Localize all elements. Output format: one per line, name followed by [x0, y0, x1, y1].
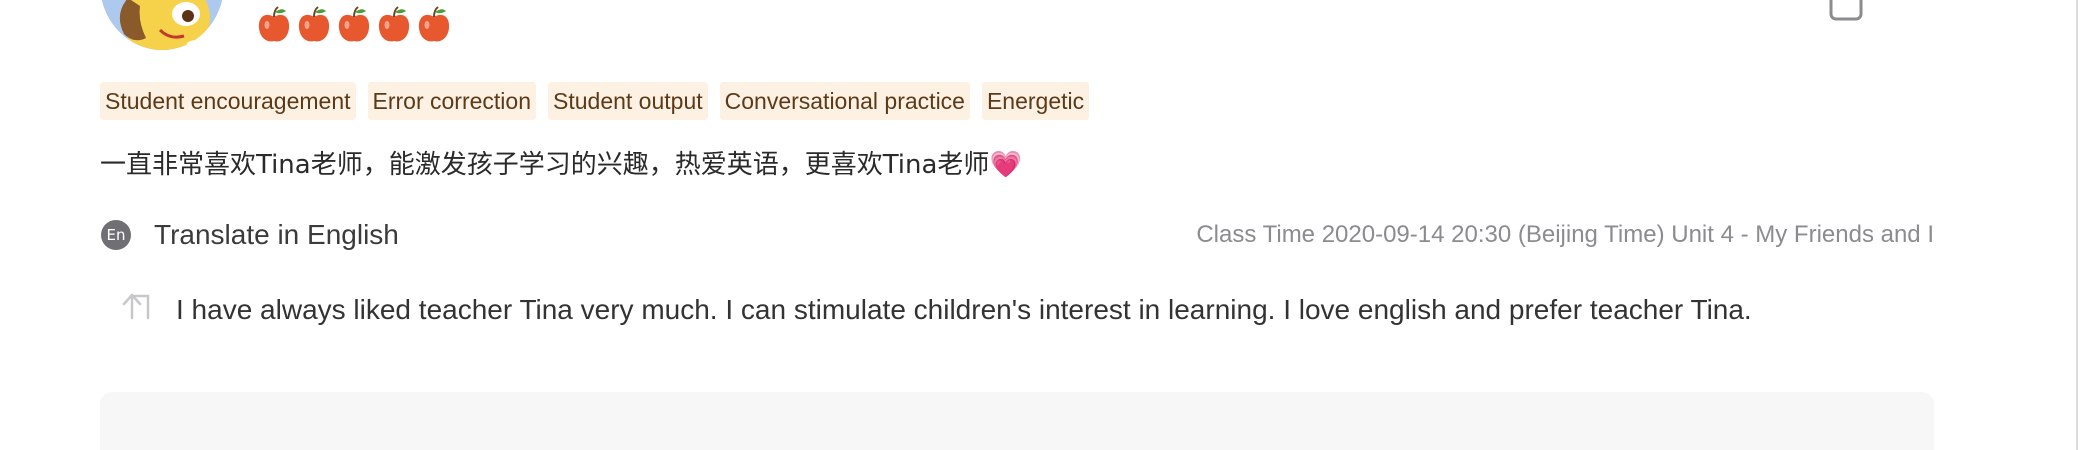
apple-icon — [418, 6, 450, 42]
apple-icon — [338, 6, 370, 42]
tag: Student output — [548, 82, 708, 120]
divider — [2076, 0, 2078, 450]
calendar-icon — [1828, 0, 1864, 27]
heart-emoji: 💗 — [989, 150, 1022, 180]
avatar[interactable] — [100, 0, 224, 50]
translate-icon[interactable]: En — [101, 220, 131, 250]
cartoon-avatar-icon — [100, 0, 224, 50]
translate-button[interactable]: Translate in English — [154, 216, 399, 254]
review-body: 一直非常喜欢Tina老师，能激发孩子学习的兴趣，热爱英语，更喜欢Tina老师 — [100, 150, 990, 180]
tag: Student encouragement — [100, 82, 356, 120]
tag: Energetic — [981, 82, 1090, 120]
class-time: Class Time 2020-09-14 20:30 (Beijing Tim… — [1196, 221, 1934, 248]
tag-list: Student encouragement Error correction S… — [100, 82, 1090, 120]
review-text: 一直非常喜欢Tina老师，能激发孩子学习的兴趣，热爱英语，更喜欢Tina老师💗 — [100, 146, 1022, 184]
reply-box — [100, 392, 1934, 450]
apple-icon — [378, 6, 410, 42]
apple-icon — [258, 6, 290, 42]
reply-arrow-icon — [118, 286, 154, 327]
tag: Conversational practice — [719, 82, 970, 120]
apple-rating — [256, 4, 452, 44]
review-card: Student encouragement Error correction S… — [0, 0, 2092, 450]
translated-text: I have always liked teacher Tina very mu… — [176, 294, 1752, 325]
tag: Error correction — [367, 82, 536, 120]
apple-icon — [298, 6, 330, 42]
